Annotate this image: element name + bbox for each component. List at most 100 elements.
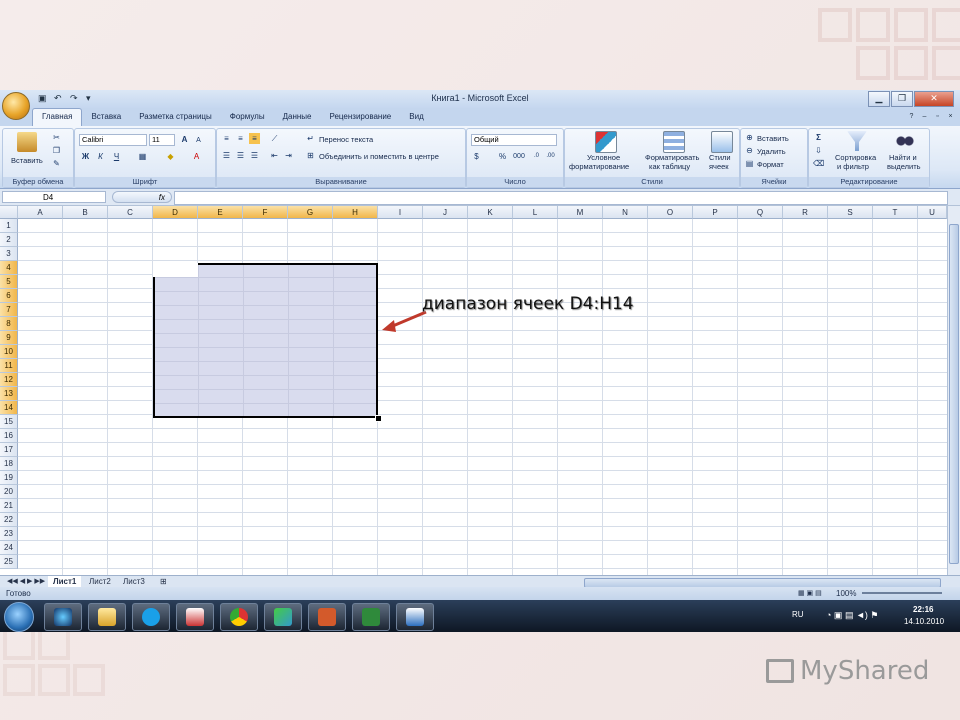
row-header-24[interactable]: 24 [0, 541, 18, 555]
column-header-h[interactable]: H [333, 206, 378, 219]
help-icon[interactable]: ? [906, 111, 917, 122]
taskbar-powerpoint[interactable] [308, 603, 346, 631]
row-header-10[interactable]: 10 [0, 345, 18, 359]
orientation-icon[interactable]: ⟋ [269, 133, 280, 144]
sort-filter-label-2[interactable]: и фильтр [837, 162, 869, 171]
increase-indent-icon[interactable]: ⇥ [283, 150, 294, 161]
column-header-f[interactable]: F [243, 206, 288, 219]
taskbar-messenger[interactable] [264, 603, 302, 631]
clear-icon[interactable]: ⌫ [813, 158, 824, 169]
row-header-5[interactable]: 5 [0, 275, 18, 289]
row-header-4[interactable]: 4 [0, 261, 18, 275]
column-header-g[interactable]: G [288, 206, 333, 219]
insert-cells-button[interactable]: Вставить [757, 134, 789, 143]
tab-view[interactable]: Вид [400, 108, 432, 126]
conditional-formatting-icon[interactable] [595, 131, 617, 153]
align-center-icon[interactable]: ☰ [235, 150, 246, 161]
row-header-13[interactable]: 13 [0, 387, 18, 401]
format-cells-icon[interactable]: ▤ [744, 158, 755, 169]
column-header-j[interactable]: J [423, 206, 468, 219]
cell-styles-icon[interactable] [711, 131, 733, 153]
row-header-25[interactable]: 25 [0, 555, 18, 569]
sheet-tab-3[interactable]: Лист3 [118, 576, 150, 587]
sort-filter-icon[interactable] [847, 131, 867, 151]
taskbar-publisher[interactable] [396, 603, 434, 631]
thousands-button[interactable]: 000 [511, 151, 527, 162]
cut-icon[interactable]: ✂ [51, 132, 62, 143]
column-header-n[interactable]: N [603, 206, 648, 219]
font-color-icon[interactable]: A [191, 151, 202, 162]
merge-center-button[interactable]: Объединить и поместить в центре [319, 152, 439, 161]
zoom-slider[interactable] [862, 592, 942, 594]
find-select-label-1[interactable]: Найти и [889, 153, 917, 162]
autosum-icon[interactable]: Σ [813, 132, 824, 143]
insert-cells-icon[interactable]: ⊕ [744, 132, 755, 143]
align-middle-icon[interactable]: ≡ [235, 133, 246, 144]
column-header-i[interactable]: I [378, 206, 423, 219]
fill-handle[interactable] [375, 415, 382, 422]
column-header-u[interactable]: U [918, 206, 947, 219]
view-buttons-icon[interactable]: ▦ ▣ ▤ [798, 587, 822, 600]
column-header-b[interactable]: B [63, 206, 108, 219]
vertical-scrollbar[interactable] [947, 206, 960, 575]
column-header-t[interactable]: T [873, 206, 918, 219]
start-button[interactable] [4, 602, 34, 632]
conditional-formatting-label-2[interactable]: форматирование [569, 162, 629, 171]
doc-close-icon[interactable]: × [945, 111, 956, 122]
row-header-16[interactable]: 16 [0, 429, 18, 443]
font-name-select[interactable]: Calibri [79, 134, 147, 146]
taskbar-ie[interactable] [44, 603, 82, 631]
merge-center-icon[interactable]: ⊞ [305, 150, 316, 161]
taskbar-media[interactable] [176, 603, 214, 631]
sort-filter-label-1[interactable]: Сортировка [835, 153, 876, 162]
underline-button[interactable]: Ч [111, 151, 122, 162]
number-format-select[interactable]: Общий [471, 134, 557, 146]
clock-date[interactable]: 14.10.2010 [904, 617, 944, 626]
row-header-7[interactable]: 7 [0, 303, 18, 317]
new-sheet-icon[interactable]: ⊞ [155, 576, 172, 587]
cell-styles-label-1[interactable]: Стили [709, 153, 731, 162]
tab-insert[interactable]: Вставка [82, 108, 130, 126]
row-header-2[interactable]: 2 [0, 233, 18, 247]
taskbar-skype[interactable] [132, 603, 170, 631]
font-size-select[interactable]: 11 [149, 134, 175, 146]
row-header-1[interactable]: 1 [0, 219, 18, 233]
name-box[interactable]: D4 [2, 191, 106, 203]
sheet-nav-icon[interactable]: ◀◀ ◀ ▶ ▶▶ [2, 576, 50, 587]
cell-styles-label-2[interactable]: ячеек [709, 162, 729, 171]
column-header-e[interactable]: E [198, 206, 243, 219]
taskbar-excel[interactable] [352, 603, 390, 631]
select-all-corner[interactable] [0, 206, 18, 219]
delete-cells-button[interactable]: Удалить [757, 147, 786, 156]
row-header-18[interactable]: 18 [0, 457, 18, 471]
doc-minimize-icon[interactable]: – [919, 111, 930, 122]
column-header-o[interactable]: O [648, 206, 693, 219]
column-header-r[interactable]: R [783, 206, 828, 219]
delete-cells-icon[interactable]: ⊖ [744, 145, 755, 156]
format-cells-button[interactable]: Формат [757, 160, 784, 169]
clock-time[interactable]: 22:16 [913, 605, 933, 614]
italic-button[interactable]: К [95, 151, 106, 162]
format-as-table-icon[interactable] [663, 131, 685, 153]
row-header-22[interactable]: 22 [0, 513, 18, 527]
wrap-text-icon[interactable]: ↵ [305, 133, 316, 144]
align-left-icon[interactable]: ☰ [221, 150, 232, 161]
formula-input[interactable] [174, 191, 948, 205]
column-header-m[interactable]: M [558, 206, 603, 219]
tab-formulas[interactable]: Формулы [221, 108, 274, 126]
increase-decimal-icon[interactable]: .0 [531, 151, 542, 162]
paste-button[interactable]: Вставить [11, 156, 43, 165]
row-header-21[interactable]: 21 [0, 499, 18, 513]
tab-data[interactable]: Данные [274, 108, 321, 126]
format-as-table-label-1[interactable]: Форматировать [645, 153, 699, 162]
percent-button[interactable]: % [497, 151, 508, 162]
column-header-k[interactable]: K [468, 206, 513, 219]
fill-color-icon[interactable]: ◆ [165, 151, 176, 162]
selected-range[interactable] [153, 263, 378, 418]
row-header-23[interactable]: 23 [0, 527, 18, 541]
active-cell-d4[interactable] [153, 263, 198, 277]
wrap-text-button[interactable]: Перенос текста [319, 135, 373, 144]
zoom-level[interactable]: 100% [836, 587, 856, 600]
align-right-icon[interactable]: ☰ [249, 150, 260, 161]
copy-icon[interactable]: ❐ [51, 145, 62, 156]
